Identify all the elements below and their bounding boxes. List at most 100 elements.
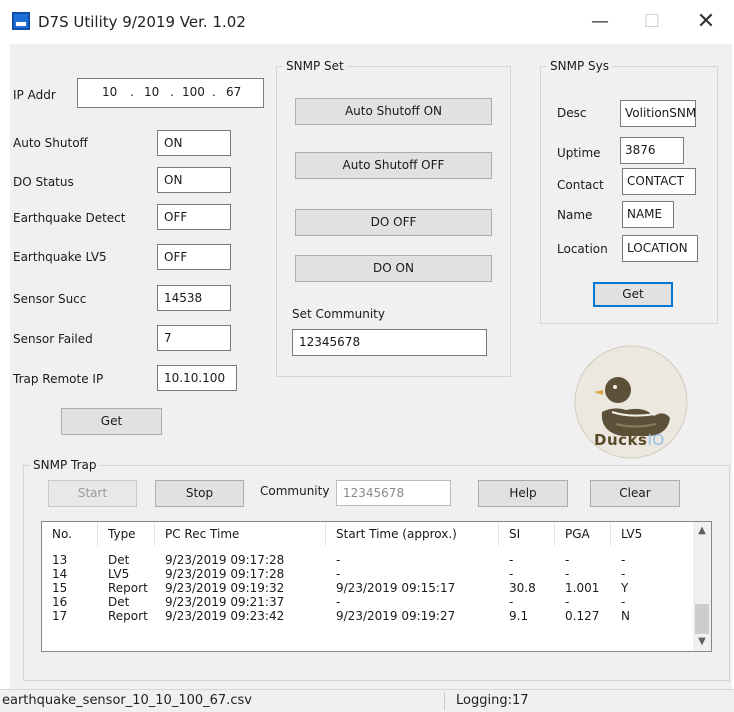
col-no[interactable]: No. [42, 522, 98, 546]
earthquake-lv5-value: OFF [157, 244, 231, 270]
col-start-time[interactable]: Start Time (approx.) [326, 522, 499, 546]
cell-type: Report [108, 581, 148, 595]
sensor-succ-value: 14538 [157, 285, 231, 311]
trap-table[interactable]: No. Type PC Rec Time Start Time (approx.… [41, 521, 712, 652]
contact-label: Contact [557, 178, 604, 192]
ip-octet-2: 10 [144, 85, 160, 99]
do-off-button[interactable]: DO OFF [295, 209, 492, 236]
col-lv5[interactable]: LV5 [611, 522, 693, 546]
cell-si: - [509, 567, 514, 581]
table-scrollbar[interactable]: ▲ ▼ [693, 522, 711, 651]
earthquake-lv5-label: Earthquake LV5 [13, 250, 107, 264]
ip-octet-3: 100 [182, 85, 205, 99]
auto-shutoff-on-button[interactable]: Auto Shutoff ON [295, 98, 492, 125]
ip-octet-4: 67 [226, 85, 242, 99]
trap-community-input[interactable]: 12345678 [336, 480, 451, 506]
logo-suffix: IO [647, 431, 665, 449]
device-get-button[interactable]: Get [61, 408, 162, 435]
cell-start-time: - [336, 567, 341, 581]
cell-lv5: - [621, 595, 626, 609]
scroll-thumb[interactable] [695, 604, 709, 634]
trap-stop-button[interactable]: Stop [155, 480, 244, 507]
sensor-succ-label: Sensor Succ [13, 292, 87, 306]
duck-logo-text: DucksIO [594, 431, 665, 449]
auto-shutoff-value: ON [157, 130, 231, 156]
cell-start-time: 9/23/2019 09:15:17 [336, 581, 456, 595]
col-pc-rec-time[interactable]: PC Rec Time [155, 522, 326, 546]
table-row[interactable]: 16 Det 9/23/2019 09:21:37 - - - - [42, 595, 693, 609]
cell-no: 17 [52, 609, 68, 623]
cell-type: Det [108, 595, 130, 609]
cell-pc-rec-time: 9/23/2019 09:21:37 [165, 595, 285, 609]
ip-dot-icon: . [130, 85, 134, 99]
maximize-button[interactable]: ☐ [632, 8, 672, 36]
col-pga[interactable]: PGA [555, 522, 611, 546]
title-bar: D7S Utility 9/2019 Ver. 1.02 — ☐ ✕ [0, 0, 734, 44]
table-row[interactable]: 13 Det 9/23/2019 09:17:28 - - - - [42, 553, 693, 567]
clear-button[interactable]: Clear [590, 480, 680, 507]
cell-type: Report [108, 609, 148, 623]
trap-community-label: Community [260, 484, 330, 498]
snmp-trap-title: SNMP Trap [30, 458, 100, 472]
cell-pc-rec-time: 9/23/2019 09:23:42 [165, 609, 285, 623]
table-header: No. Type PC Rec Time Start Time (approx.… [42, 522, 693, 546]
col-type[interactable]: Type [98, 522, 155, 546]
trap-remote-ip-label: Trap Remote IP [13, 372, 104, 386]
auto-shutoff-off-button[interactable]: Auto Shutoff OFF [295, 152, 492, 179]
cell-pga: 0.127 [565, 609, 600, 623]
cell-pga: - [565, 553, 570, 567]
cell-type: LV5 [108, 567, 130, 581]
location-label: Location [557, 242, 608, 256]
status-logging: Logging:17 [456, 693, 529, 708]
client-area: IP Addr 10 . 10 . 100 . 67 Auto Shutoff … [10, 44, 732, 689]
set-community-input[interactable]: 12345678 [292, 329, 487, 356]
help-button[interactable]: Help [478, 480, 568, 507]
close-button[interactable]: ✕ [686, 8, 726, 36]
cell-pga: - [565, 567, 570, 581]
cell-si: - [509, 553, 514, 567]
name-label: Name [557, 208, 593, 222]
do-on-button[interactable]: DO ON [295, 255, 492, 282]
cell-no: 13 [52, 553, 68, 567]
cell-pc-rec-time: 9/23/2019 09:17:28 [165, 553, 285, 567]
cell-start-time: - [336, 595, 341, 609]
cell-si: 30.8 [509, 581, 536, 595]
scroll-up-arrow-icon[interactable]: ▲ [693, 522, 711, 540]
cell-start-time: - [336, 553, 341, 567]
scroll-down-arrow-icon[interactable]: ▼ [693, 633, 711, 651]
cell-lv5: Y [621, 581, 629, 595]
location-value: LOCATION [622, 235, 698, 262]
snmp-sys-title: SNMP Sys [547, 59, 612, 73]
cell-no: 15 [52, 581, 68, 595]
sensor-failed-value: 7 [157, 325, 231, 351]
cell-lv5: - [621, 567, 626, 581]
app-icon [12, 12, 30, 30]
auto-shutoff-label: Auto Shutoff [13, 136, 88, 150]
table-row[interactable]: 17 Report 9/23/2019 09:23:42 9/23/2019 0… [42, 609, 693, 623]
window-title: D7S Utility 9/2019 Ver. 1.02 [38, 13, 246, 31]
cell-no: 16 [52, 595, 68, 609]
table-row[interactable]: 15 Report 9/23/2019 09:19:32 9/23/2019 0… [42, 581, 693, 595]
logo-brand: Ducks [594, 431, 648, 449]
contact-value: CONTACT [622, 168, 696, 195]
table-row[interactable]: 14 LV5 9/23/2019 09:17:28 - - - - [42, 567, 693, 581]
uptime-value: 3876 [620, 137, 684, 164]
sys-get-button[interactable]: Get [593, 282, 673, 307]
cell-pc-rec-time: 9/23/2019 09:19:32 [165, 581, 285, 595]
cell-si: - [509, 595, 514, 609]
col-si[interactable]: SI [499, 522, 555, 546]
cell-lv5: N [621, 609, 630, 623]
cell-si: 9.1 [509, 609, 529, 623]
trap-start-button[interactable]: Start [48, 480, 137, 507]
minimize-button[interactable]: — [580, 8, 620, 36]
do-status-value: ON [157, 167, 231, 193]
ip-address-input[interactable]: 10 . 10 . 100 . 67 [77, 78, 264, 108]
status-file: earthquake_sensor_10_10_100_67.csv [2, 693, 252, 708]
snmp-set-title: SNMP Set [283, 59, 347, 73]
status-bar: earthquake_sensor_10_10_100_67.csv Loggi… [0, 689, 734, 712]
uptime-label: Uptime [557, 146, 601, 160]
ip-octet-1: 10 [102, 85, 118, 99]
cell-lv5: - [621, 553, 626, 567]
earthquake-detect-value: OFF [157, 204, 231, 230]
name-value: NAME [622, 201, 674, 228]
